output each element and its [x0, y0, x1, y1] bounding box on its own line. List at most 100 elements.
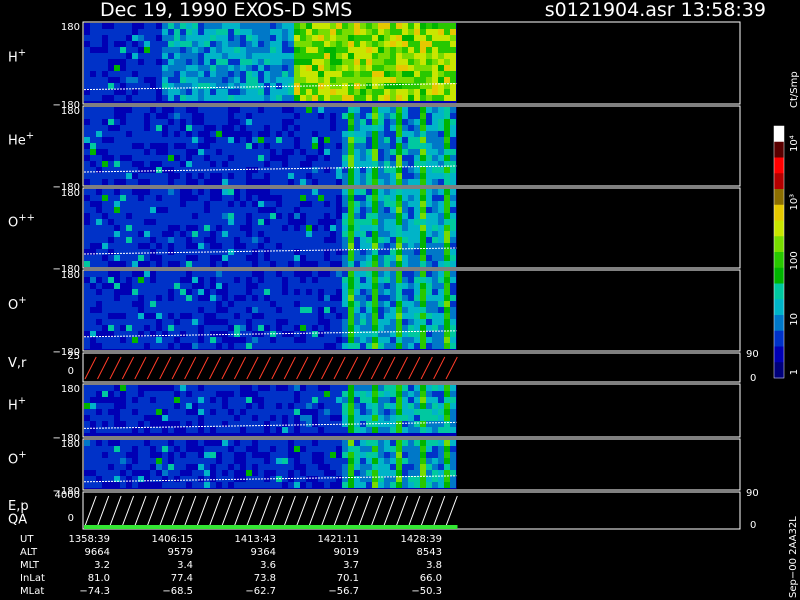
heatmap-cell	[216, 476, 222, 482]
heatmap-cell	[216, 155, 222, 161]
heatmap-cell	[342, 313, 348, 319]
heatmap-cell	[150, 458, 156, 464]
heatmap-cell	[402, 409, 408, 415]
heatmap-cell	[426, 397, 432, 403]
heatmap-cell	[90, 189, 96, 195]
heatmap-cell	[354, 23, 360, 29]
heatmap-cell	[414, 167, 420, 173]
heatmap-cell	[438, 409, 444, 415]
heatmap-cell	[84, 213, 90, 219]
heatmap-cell	[234, 319, 240, 325]
heatmap-cell	[156, 219, 162, 225]
heatmap-cell	[402, 421, 408, 427]
heatmap-cell	[354, 337, 360, 343]
colorbar-tick-label: 10³	[789, 194, 800, 211]
heatmap-cell	[438, 59, 444, 65]
heatmap-cell	[306, 225, 312, 231]
heatmap-cell	[384, 77, 390, 83]
heatmap-cell	[444, 397, 450, 403]
heatmap-cell	[204, 113, 210, 119]
heatmap-cell	[240, 313, 246, 319]
heatmap-cell	[192, 458, 198, 464]
heatmap-cell	[150, 119, 156, 125]
heatmap-cell	[252, 325, 258, 331]
heatmap-cell	[378, 47, 384, 53]
heatmap-cell	[450, 65, 456, 71]
heatmap-cell	[444, 173, 450, 179]
heatmap-cell	[150, 71, 156, 77]
heatmap-cell	[348, 155, 354, 161]
heatmap-cell	[114, 249, 120, 255]
heatmap-cell	[372, 243, 378, 249]
heatmap-cell	[414, 403, 420, 409]
heatmap-cell	[438, 397, 444, 403]
panel-frame	[82, 491, 741, 530]
heatmap-cell	[162, 307, 168, 313]
heatmap-cell	[396, 464, 402, 470]
heatmap-cell	[390, 446, 396, 452]
heatmap-cell	[348, 237, 354, 243]
heatmap-cell	[390, 255, 396, 261]
heatmap-cell	[408, 89, 414, 95]
heatmap-cell	[324, 391, 330, 397]
heatmap-cell	[348, 179, 354, 185]
heatmap-cell	[138, 107, 144, 113]
heatmap-cell	[294, 29, 300, 35]
heatmap-cell	[360, 29, 366, 35]
heatmap-cell	[174, 237, 180, 243]
heatmap-cell	[120, 409, 126, 415]
heatmap-cell	[132, 289, 138, 295]
colorbar-swatch	[774, 252, 784, 269]
heatmap-cell	[162, 313, 168, 319]
heatmap-cell	[150, 173, 156, 179]
heatmap-cell	[132, 161, 138, 167]
heatmap-cell	[342, 271, 348, 277]
heatmap-cell	[120, 283, 126, 289]
heatmap-cell	[324, 243, 330, 249]
heatmap-cell	[132, 313, 138, 319]
heatmap-cell	[402, 464, 408, 470]
heatmap-cell	[246, 65, 252, 71]
heatmap-cell	[426, 225, 432, 231]
heatmap-cell	[324, 440, 330, 446]
heatmap-cell	[408, 421, 414, 427]
heatmap-cell	[300, 77, 306, 83]
heatmap-cell	[420, 325, 426, 331]
heatmap-cell	[438, 149, 444, 155]
heatmap-cell	[258, 119, 264, 125]
heatmap-cell	[426, 71, 432, 77]
heatmap-cell	[336, 149, 342, 155]
heatmap-cell	[342, 107, 348, 113]
heatmap-cell	[222, 107, 228, 113]
heatmap-cell	[198, 464, 204, 470]
heatmap-cell	[270, 143, 276, 149]
heatmap-cell	[234, 207, 240, 213]
heatmap-cell	[330, 155, 336, 161]
heatmap-cell	[186, 301, 192, 307]
heatmap-cell	[198, 255, 204, 261]
heatmap-cell	[330, 243, 336, 249]
heatmap-cell	[414, 409, 420, 415]
heatmap-cell	[156, 137, 162, 143]
heatmap-cell	[432, 427, 438, 433]
heatmap-cell	[396, 213, 402, 219]
heatmap-cell	[264, 464, 270, 470]
heatmap-cell	[198, 47, 204, 53]
heatmap-cell	[396, 155, 402, 161]
heatmap-cell	[84, 225, 90, 231]
heatmap-cell	[432, 149, 438, 155]
heatmap-cell	[186, 319, 192, 325]
heatmap-cell	[168, 155, 174, 161]
heatmap-cell	[276, 143, 282, 149]
heatmap-cell	[282, 255, 288, 261]
heatmap-cell	[270, 29, 276, 35]
heatmap-cell	[132, 231, 138, 237]
heatmap-cell	[180, 201, 186, 207]
heatmap-cell	[240, 458, 246, 464]
heatmap-cell	[318, 337, 324, 343]
heatmap-cell	[408, 131, 414, 137]
heatmap-cell	[276, 41, 282, 47]
heatmap-cell	[270, 89, 276, 95]
heatmap-cell	[432, 397, 438, 403]
heatmap-cell	[336, 470, 342, 476]
